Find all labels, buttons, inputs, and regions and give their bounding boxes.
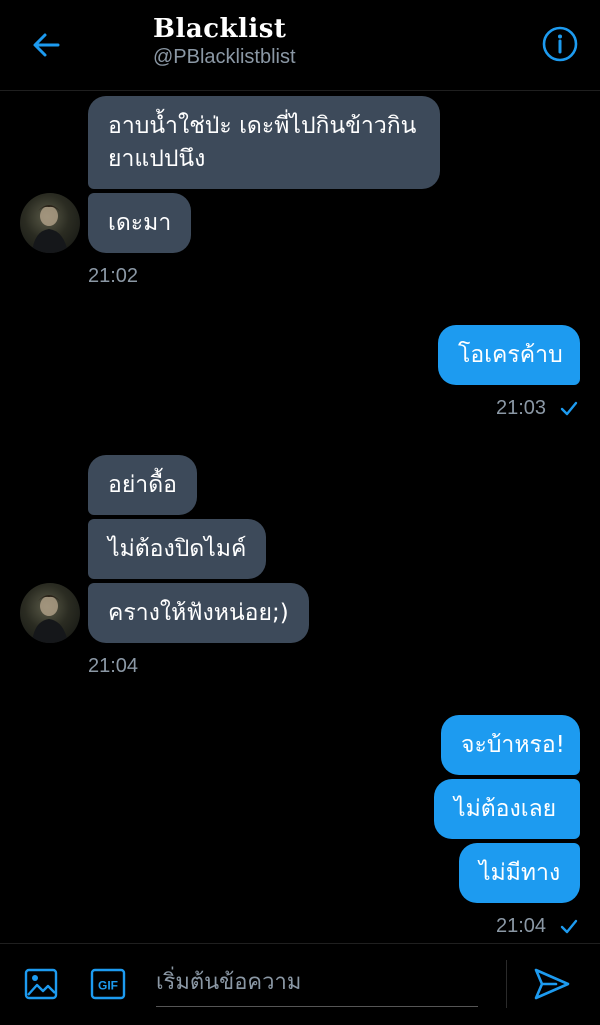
message-text: โอเครค้าบ (458, 342, 563, 368)
incoming-message[interactable]: เดะมา (88, 193, 192, 253)
outgoing-message[interactable]: ไม่มีทาง (459, 843, 580, 903)
gif-icon: GIF (90, 968, 126, 1000)
send-button[interactable] (532, 964, 572, 1004)
incoming-message[interactable]: อย่าดื้อ (88, 455, 197, 515)
avatar[interactable] (20, 193, 80, 253)
avatar-image (32, 205, 68, 253)
arrow-left-icon (33, 33, 60, 57)
image-icon (24, 968, 58, 1000)
sent-check-icon (560, 919, 578, 934)
conversation-handle: @PBlacklistblist (153, 46, 296, 68)
gif-label: GIF (98, 979, 118, 993)
message-timestamp: 21:04 (88, 655, 139, 677)
back-button[interactable] (28, 27, 64, 63)
conversation-title-block[interactable]: Blacklist @PBlacklistblist (153, 14, 296, 69)
incoming-message[interactable]: อาบน้ำใช่ป่ะ เดะพี่ไปกินข้าวกิน ยาแปปนึง (88, 96, 440, 189)
message-text: อย่าดื้อ (108, 472, 177, 498)
outgoing-message[interactable]: จะบ้าหรอ! (441, 715, 580, 775)
message-text: ไม่ต้องเลย (454, 796, 557, 822)
message-timestamp: 21:02 (88, 265, 139, 287)
incoming-message[interactable]: ไม่ต้องปิดไมค์ (88, 519, 267, 579)
message-line: ยาแปปนึง (108, 146, 206, 172)
add-media-button[interactable] (23, 966, 59, 1002)
avatar[interactable] (20, 583, 80, 643)
message-timestamp: 21:03 (496, 397, 547, 419)
message-text: ไม่มีทาง (479, 860, 561, 886)
outgoing-message[interactable]: ไม่ต้องเลย (434, 779, 580, 839)
send-icon (534, 968, 570, 1000)
message-text: ไม่ต้องปิดไมค์ (108, 536, 247, 562)
message-input[interactable] (156, 958, 478, 1007)
sent-check-icon (560, 401, 578, 416)
message-text: จะบ้าหรอ! (461, 732, 565, 758)
info-circle-icon (542, 26, 578, 62)
avatar-image (32, 595, 68, 643)
conversation-title: Blacklist (153, 14, 287, 44)
message-text: เดะมา (108, 210, 172, 236)
incoming-message[interactable]: ครางให้ฟังหน่อย;) (88, 583, 309, 643)
composer-divider (506, 960, 507, 1008)
info-button[interactable] (540, 24, 580, 64)
outgoing-message[interactable]: โอเครค้าบ (438, 325, 580, 385)
conversation-header: Blacklist @PBlacklistblist (0, 0, 600, 91)
message-line: อาบน้ำใช่ป่ะ เดะพี่ไปกินข้าวกิน (108, 113, 417, 139)
message-timestamp: 21:04 (496, 915, 547, 937)
gif-button[interactable]: GIF (90, 966, 126, 1002)
message-composer: GIF (0, 943, 600, 1025)
message-text: ครางให้ฟังหน่อย;) (108, 600, 289, 626)
